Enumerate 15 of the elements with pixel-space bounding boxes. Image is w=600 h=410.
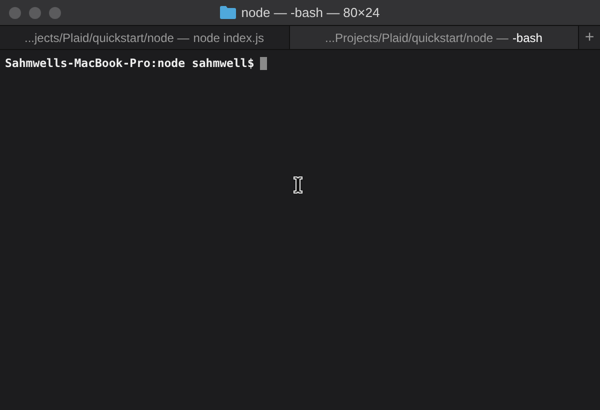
- tab-command: node index.js: [193, 30, 264, 44]
- tab-command: -bash: [512, 30, 542, 44]
- i-beam-cursor-icon: [293, 176, 303, 194]
- shell-prompt: Sahmwells-MacBook-Pro:node sahmwell$: [5, 56, 254, 70]
- zoom-button[interactable]: [49, 6, 61, 18]
- tab[interactable]: ...Projects/Plaid/quickstart/node — -bash: [290, 26, 579, 49]
- tab-path: ...jects/Plaid/quickstart/node —: [24, 30, 190, 44]
- tab-path: ...Projects/Plaid/quickstart/node —: [325, 30, 508, 44]
- tab[interactable]: ...jects/Plaid/quickstart/node — node index.js: [0, 26, 290, 49]
- window-title: node — -bash — 80×24: [241, 5, 380, 20]
- close-button[interactable]: [9, 6, 21, 18]
- text-cursor: [260, 56, 268, 70]
- terminal-area[interactable]: Sahmwells-MacBook-Pro:node sahmwell$: [0, 50, 600, 410]
- folder-icon: [220, 6, 236, 19]
- minimize-button[interactable]: [29, 6, 41, 18]
